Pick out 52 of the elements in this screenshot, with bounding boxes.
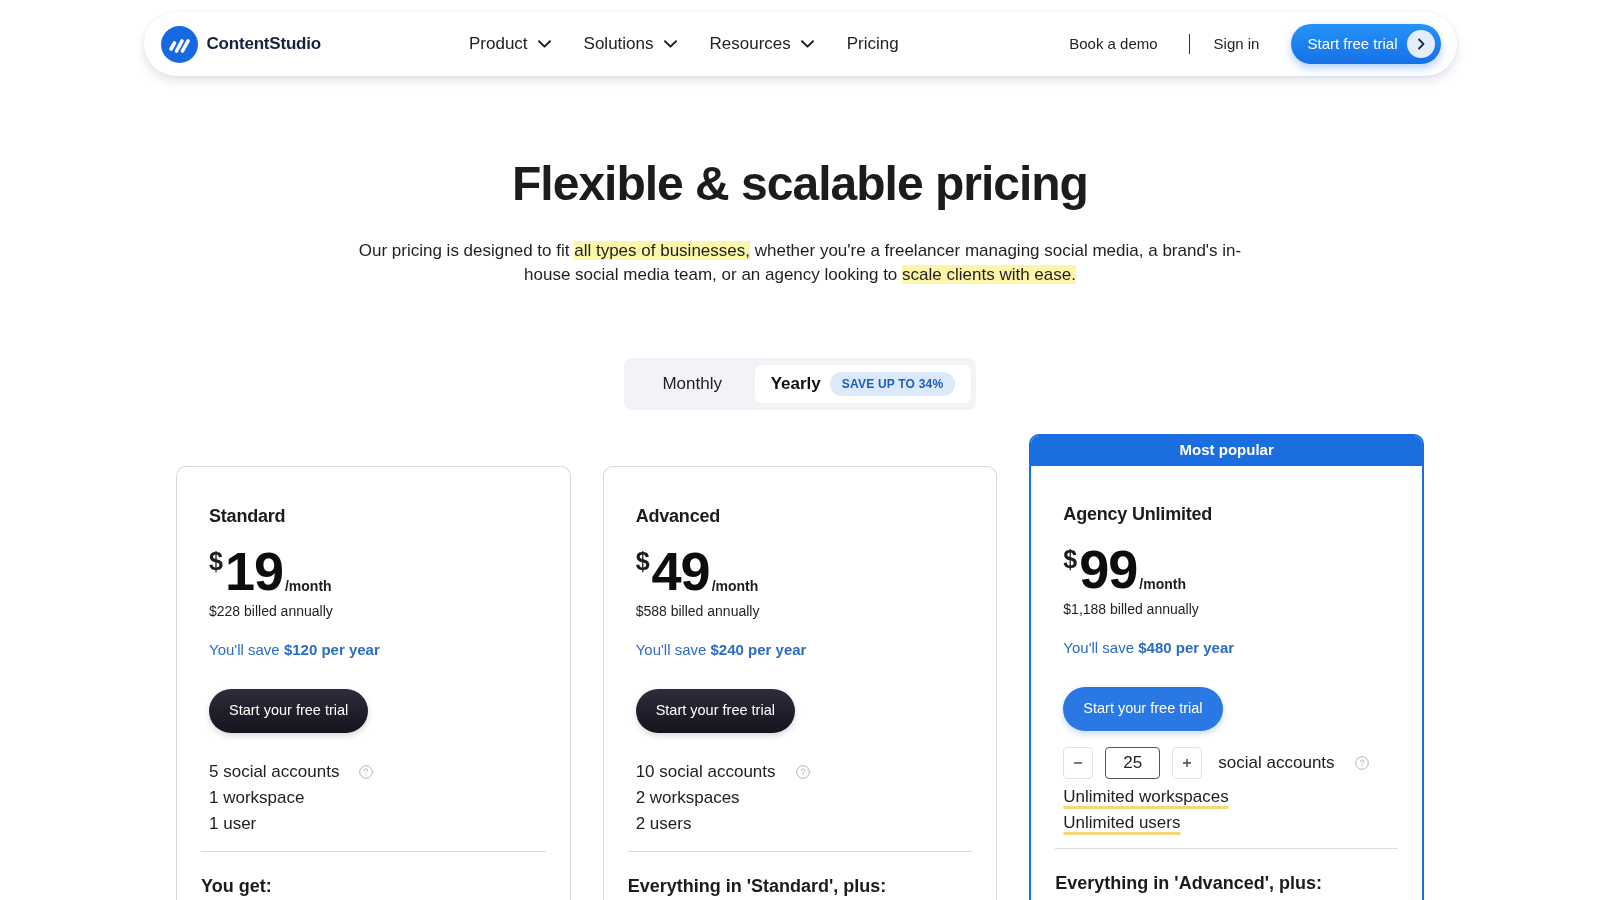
plus-icon [1182, 758, 1193, 768]
plan-name: Advanced [635, 505, 722, 527]
price-amount: 49 [651, 545, 710, 597]
count-input[interactable]: 25 [1105, 747, 1161, 779]
billing-note: $588 billed annually [635, 602, 761, 621]
savings-note: You'll save $120 per year [209, 640, 381, 660]
nav-menu-link[interactable]: Solutions [583, 31, 677, 57]
price-amount: 99 [1079, 543, 1138, 595]
plan-name: Standard [209, 505, 287, 527]
feature-text: 10 social accounts [635, 761, 776, 783]
features-heading: Everything in 'Advanced', plus: [1055, 873, 1323, 893]
increment-button[interactable] [1172, 747, 1203, 779]
billing-tab[interactable]: Yearly SAVE UP TO 34% [754, 365, 972, 403]
feature-text: Unlimited users [1063, 812, 1181, 834]
feature-text: 2 users [635, 813, 692, 835]
nav-link[interactable]: Sign in [1213, 32, 1260, 56]
feature-text: 1 user [209, 813, 257, 835]
features-heading: You get: [201, 876, 273, 896]
discount-badge: SAVE UP TO 34% [829, 372, 956, 396]
start-trial-button[interactable]: Start your free trial [635, 689, 795, 733]
currency-symbol: $ [1063, 547, 1078, 572]
brand-link[interactable]: ContentStudio [160, 25, 321, 63]
page-subtitle: Our pricing is designed to fit all types of businesses, whether you're a freelancer managing social media, a brand's in-house social media team, or an agency looking to scale clients with ease. [357, 240, 1243, 286]
nav-menu-link[interactable]: Product [469, 31, 551, 57]
nav-menu-link[interactable]: Pricing [846, 31, 899, 57]
savings-note: You'll save $480 per year [1063, 638, 1236, 658]
feature-text: 1 workspace [209, 787, 305, 809]
page-title: Flexible & scalable pricing [512, 156, 1088, 212]
features-heading: Everything in 'Standard', plus: [627, 876, 888, 896]
feature-text: 2 workspaces [635, 787, 740, 809]
start-free-trial-button[interactable]: Start free trial [1291, 24, 1441, 64]
billing-tab[interactable]: Monthly [629, 365, 755, 403]
price-period: /month [285, 579, 332, 593]
price-period: /month [711, 579, 759, 593]
currency-symbol: $ [209, 549, 223, 574]
start-trial-button[interactable]: Start your free trial [1063, 687, 1223, 731]
billing-note: $1,188 billed annually [1063, 600, 1200, 619]
billing-note: $228 billed annually [209, 602, 334, 621]
chevron-right-icon [1406, 30, 1435, 58]
feature-text: social accounts [1218, 752, 1335, 774]
feature-text: Unlimited workspaces [1063, 786, 1229, 808]
nav-menu-link[interactable]: Resources [709, 31, 814, 57]
feature-text: 5 social accounts [209, 761, 340, 783]
logo-icon [160, 25, 198, 63]
plan-ribbon: Most popular [1031, 436, 1422, 466]
start-trial-button[interactable]: Start your free trial [209, 689, 369, 733]
nav-link[interactable]: Book a demo [1069, 32, 1158, 56]
plan-name: Agency Unlimited [1063, 503, 1214, 525]
price-period: /month [1139, 577, 1186, 591]
price-amount: 19 [224, 545, 283, 597]
currency-symbol: $ [635, 549, 650, 574]
savings-note: You'll save $240 per year [635, 640, 808, 660]
